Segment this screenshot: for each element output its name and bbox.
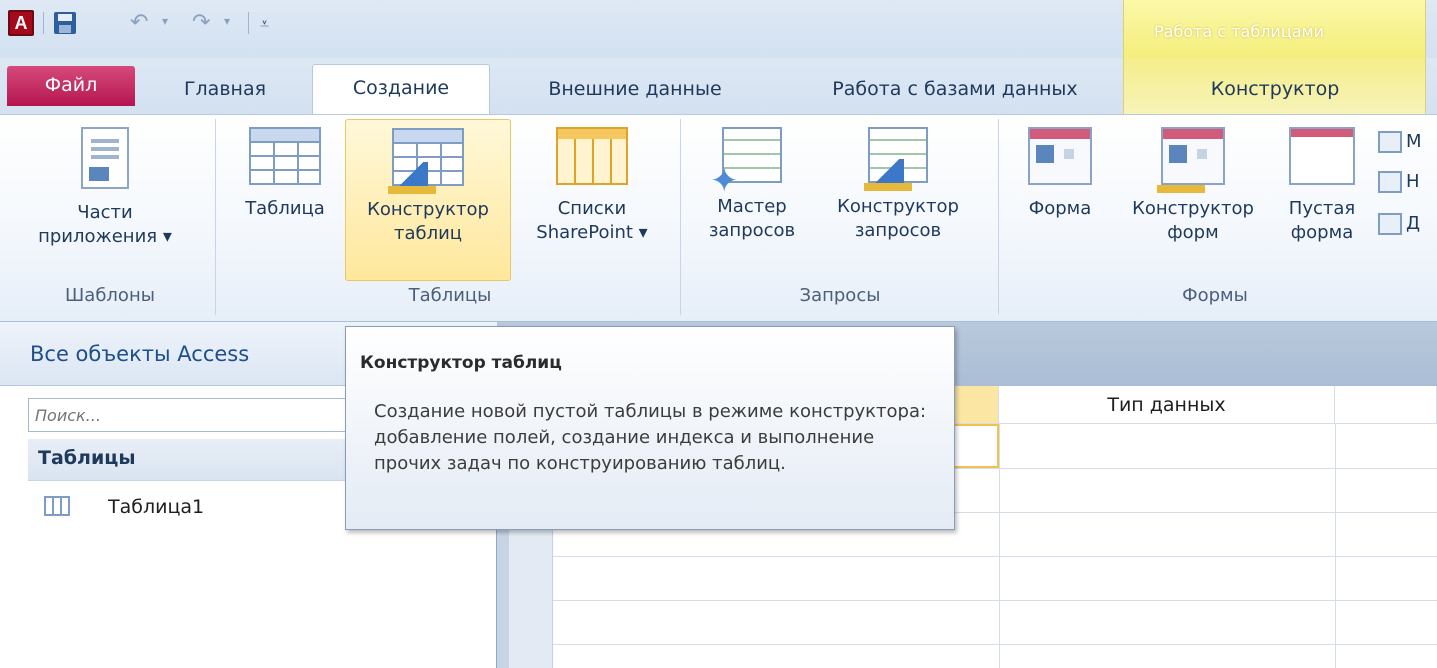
save-icon[interactable] [54, 12, 76, 34]
navigation-pane-title: Все объекты Access [30, 342, 250, 366]
tooltip-title: Конструктор таблиц [360, 353, 562, 373]
redo-icon[interactable]: ↷ [192, 10, 210, 36]
query-wizard-button[interactable]: Мастер запросов [692, 119, 812, 243]
query-wizard-icon [710, 127, 782, 193]
undo-icon[interactable]: ↶ [130, 10, 148, 36]
sharepoint-lists-label-2: SharePoint ▾ [536, 222, 648, 243]
tab-database-tools[interactable]: Работа с базами данных [790, 66, 1120, 114]
access-app-icon[interactable]: A [8, 10, 34, 36]
tab-file[interactable]: Файл [7, 66, 135, 106]
sharepoint-lists-label: Списки [557, 198, 627, 219]
form-label: Форма [1028, 198, 1092, 219]
tooltip: Конструктор таблиц Создание новой пустой… [345, 326, 955, 530]
grid-row-line [553, 644, 1437, 645]
table-button[interactable]: Таблица [226, 119, 344, 221]
table-design-label: Конструктор [367, 199, 489, 220]
table-icon [44, 496, 70, 516]
table-design-icon [388, 128, 464, 194]
query-design-button[interactable]: Конструктор запросов [814, 119, 982, 243]
nav-group-label: Таблицы [38, 447, 136, 469]
table-label: Таблица [245, 198, 325, 219]
nav-item-label: Таблица1 [108, 496, 205, 518]
context-tab-group-label: Работа с таблицами [1154, 22, 1324, 41]
app-parts-label: Части [77, 202, 133, 223]
toolbar-separator [248, 12, 249, 34]
table-design-button[interactable]: Конструктор таблиц [345, 119, 511, 281]
undo-dropdown-icon[interactable]: ▾ [162, 14, 168, 28]
table-design-label-2: таблиц [393, 223, 463, 244]
query-design-icon [864, 127, 928, 191]
more-forms-icon [1378, 213, 1402, 235]
ruler-icon [388, 186, 436, 194]
form-design-label-2: форм [1167, 222, 1219, 243]
customize-toolbar-icon[interactable]: ⩡ [260, 14, 269, 34]
form-icon [1028, 127, 1092, 185]
grid-column-line [999, 424, 1000, 668]
app-parts-button[interactable]: Части приложения ▾ [10, 119, 200, 249]
group-label-tables: Таблицы [408, 285, 492, 306]
app-parts-icon [81, 127, 129, 189]
more-forms-button[interactable]: Д [1378, 209, 1420, 239]
app-parts-label-2: приложения ▾ [38, 226, 172, 247]
query-design-label-2: запросов [854, 220, 942, 241]
blank-form-button[interactable]: Пустая форма [1274, 119, 1370, 245]
form-design-icon [1157, 127, 1225, 193]
query-wizard-label-2: запросов [708, 220, 796, 241]
form-wizard-icon [1378, 131, 1402, 153]
group-separator [998, 119, 999, 315]
sharepoint-lists-button[interactable]: Списки SharePoint ▾ [514, 119, 670, 245]
redo-dropdown-icon[interactable]: ▾ [224, 14, 230, 28]
blank-form-label: Пустая [1288, 198, 1356, 219]
grid-column-line [1335, 424, 1336, 668]
navigation-label: Н [1406, 171, 1420, 192]
data-type-header[interactable]: Тип данных [999, 386, 1335, 424]
form-button[interactable]: Форма [1008, 119, 1112, 221]
group-label-templates: Шаблоны [65, 285, 155, 306]
group-label-forms: Формы [1182, 285, 1248, 306]
tab-home[interactable]: Главная [150, 66, 300, 114]
ruler-icon [864, 183, 912, 191]
tab-create[interactable]: Создание [312, 64, 490, 114]
sharepoint-lists-icon [556, 127, 628, 185]
description-header[interactable] [1335, 386, 1437, 424]
form-design-label: Конструктор [1132, 198, 1254, 219]
tab-design[interactable]: Конструктор [1150, 66, 1400, 114]
grid-row-line [553, 556, 1437, 557]
form-wizard-button[interactable]: М [1378, 127, 1422, 157]
grid-row-line [553, 600, 1437, 601]
navigation-button[interactable]: Н [1378, 167, 1420, 197]
ribbon: Части приложения ▾ Шаблоны Таблица Конст… [0, 114, 1437, 322]
toolbar-separator [43, 12, 44, 34]
form-wizard-label: М [1406, 131, 1422, 152]
group-label-queries: Запросы [799, 285, 881, 306]
blank-form-icon [1289, 127, 1355, 185]
form-design-button[interactable]: Конструктор форм [1112, 119, 1274, 245]
tooltip-body: Создание новой пустой таблицы в режиме к… [374, 401, 927, 474]
blank-form-label-2: форма [1290, 222, 1354, 243]
more-forms-label: Д [1406, 213, 1421, 234]
context-tab-group-header: Работа с таблицами [1123, 0, 1426, 58]
tab-external-data[interactable]: Внешние данные [505, 66, 765, 114]
table-icon [249, 127, 321, 185]
group-separator [215, 119, 216, 315]
group-separator [680, 119, 681, 315]
query-design-label: Конструктор [837, 196, 959, 217]
ruler-icon [1157, 185, 1205, 193]
navigation-icon [1378, 171, 1402, 193]
